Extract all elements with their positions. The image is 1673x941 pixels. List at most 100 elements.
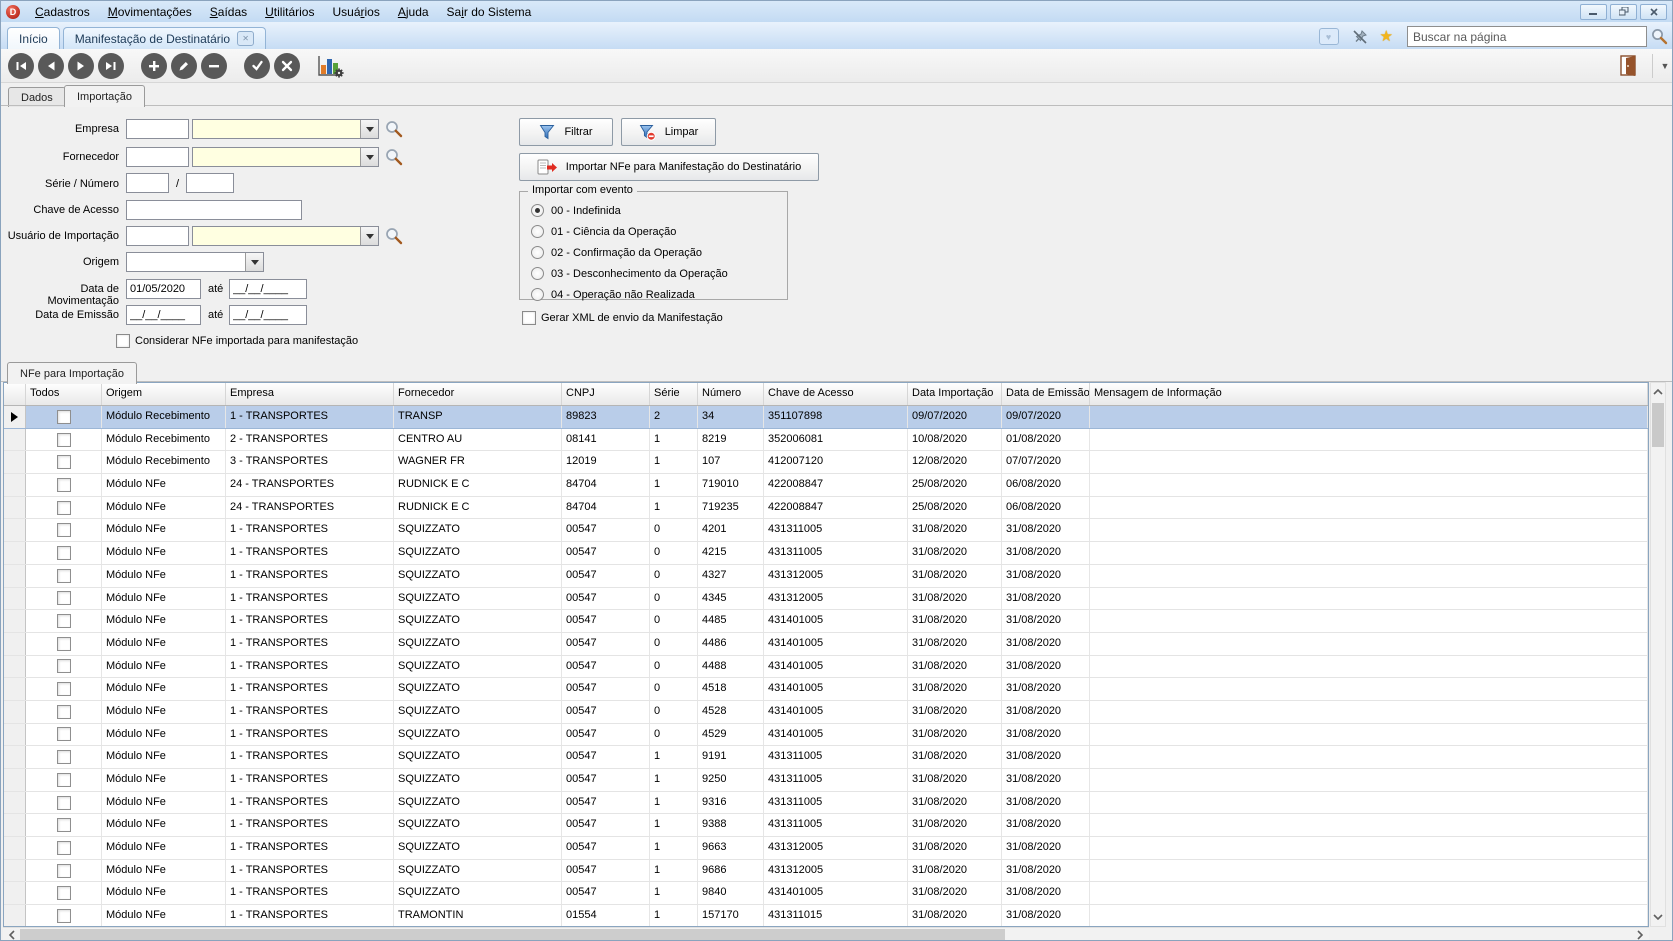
row-checkbox[interactable] [57,864,71,878]
table-row[interactable]: Módulo NFe24 - TRANSPORTESRUDNICK E C847… [4,497,1648,520]
row-checkbox[interactable] [57,523,71,537]
tab-nfe-para-importacao[interactable]: NFe para Importação [7,362,137,384]
table-row[interactable]: Módulo NFe1 - TRANSPORTESSQUIZZATO005471… [4,860,1648,883]
menu-item-sair-do-sistema[interactable]: Sair do Sistema [438,3,541,21]
row-checkbox[interactable] [57,682,71,696]
menu-item-usuarios[interactable]: Usuários [323,3,388,21]
limpar-button[interactable]: Limpar [621,118,716,146]
empresa-combo-dropdown-icon[interactable] [360,120,378,138]
fornecedor-code-input[interactable] [126,147,189,167]
doc-tab-inicio[interactable]: Início [7,27,60,49]
fornecedor-lookup-button[interactable] [385,148,403,166]
column-header-indicator[interactable] [4,383,26,405]
table-row[interactable]: Módulo Recebimento2 - TRANSPORTESCENTRO … [4,429,1648,452]
serie-input[interactable] [126,173,169,193]
column-header-fornecedor[interactable]: Fornecedor [394,383,562,405]
radio-evento-01[interactable]: 01 - Ciência da Operação [520,221,787,242]
row-checkbox[interactable] [57,501,71,515]
column-header-origem[interactable]: Origem [102,383,226,405]
data-movimentacao-de-input[interactable] [126,279,201,299]
add-button[interactable] [141,53,167,79]
row-checkbox[interactable] [57,727,71,741]
tab-close-icon[interactable]: ✕ [237,31,254,46]
row-checkbox[interactable] [57,659,71,673]
column-header-serie[interactable]: Série [650,383,698,405]
scroll-left-icon[interactable] [5,928,19,941]
table-row[interactable]: Módulo NFe1 - TRANSPORTESSQUIZZATO005470… [4,565,1648,588]
nav-last-button[interactable] [98,53,124,79]
table-row[interactable]: Módulo NFe1 - TRANSPORTESSQUIZZATO005471… [4,882,1648,905]
nav-first-button[interactable] [8,53,34,79]
table-row[interactable]: Módulo NFe1 - TRANSPORTESSQUIZZATO005470… [4,633,1648,656]
table-row[interactable]: Módulo NFe1 - TRANSPORTESSQUIZZATO005470… [4,542,1648,565]
column-header-data-importacao[interactable]: Data Importação [908,383,1002,405]
nav-prev-button[interactable] [38,53,64,79]
row-checkbox[interactable] [57,614,71,628]
overflow-chevron-icon[interactable]: ▼ [1658,49,1672,82]
row-checkbox[interactable] [57,818,71,832]
tab-dados[interactable]: Dados [8,87,66,107]
horizontal-scroll-thumb[interactable] [20,929,1005,941]
row-checkbox[interactable] [57,433,71,447]
data-emissao-de-input[interactable] [126,305,201,325]
scroll-down-icon[interactable] [1651,910,1665,924]
search-input[interactable] [1407,26,1647,47]
row-checkbox[interactable] [57,637,71,651]
table-row[interactable]: Módulo NFe24 - TRANSPORTESRUDNICK E C847… [4,474,1648,497]
remove-button[interactable] [201,53,227,79]
row-checkbox[interactable] [57,841,71,855]
heart-badge-button[interactable]: ♥ [1319,28,1339,45]
table-row[interactable]: Módulo NFe1 - TRANSPORTESSQUIZZATO005470… [4,678,1648,701]
table-row[interactable]: Módulo NFe1 - TRANSPORTESSQUIZZATO005471… [4,814,1648,837]
empresa-combo[interactable] [192,119,379,139]
scroll-right-icon[interactable] [1633,928,1647,941]
confirm-button[interactable] [244,53,270,79]
table-row[interactable]: Módulo NFe1 - TRANSPORTESSQUIZZATO005471… [4,769,1648,792]
row-checkbox[interactable] [57,750,71,764]
column-header-data-de-emissao[interactable]: Data de Emissão [1002,383,1090,405]
exit-door-icon[interactable] [1620,55,1638,76]
empresa-lookup-button[interactable] [385,120,403,138]
table-row[interactable]: Módulo NFe1 - TRANSPORTESSQUIZZATO005470… [4,724,1648,747]
row-checkbox[interactable] [57,909,71,923]
chart-config-button[interactable] [316,53,346,79]
close-button[interactable] [1640,4,1667,20]
minimize-button[interactable] [1580,4,1607,20]
edit-button[interactable] [171,53,197,79]
favorite-star-icon[interactable]: ★ [1380,29,1393,44]
menu-item-cadastros[interactable]: Cadastros [26,3,99,21]
cancel-button[interactable] [274,53,300,79]
origem-combo[interactable] [126,252,264,272]
row-checkbox[interactable] [57,478,71,492]
vertical-scrollbar[interactable] [1650,382,1666,927]
radio-evento-00[interactable]: 00 - Indefinida [520,200,787,221]
usuario-combo-dropdown-icon[interactable] [360,227,378,245]
fornecedor-combo-dropdown-icon[interactable] [360,148,378,166]
importar-nfe-button[interactable]: Importar NFe para Manifestação do Destin… [519,153,819,181]
table-row[interactable]: Módulo NFe1 - TRANSPORTESSQUIZZATO005470… [4,701,1648,724]
row-checkbox[interactable] [57,569,71,583]
tab-importacao[interactable]: Importação [64,85,145,107]
menu-item-saidas[interactable]: Saídas [201,3,256,21]
menu-item-movimentacoes[interactable]: Movimentações [99,3,201,21]
menu-item-ajuda[interactable]: Ajuda [389,3,438,21]
gerar-xml-checkbox[interactable] [522,311,536,325]
radio-evento-02[interactable]: 02 - Confirmação da Operação [520,242,787,263]
table-row[interactable]: Módulo NFe1 - TRANSPORTESSQUIZZATO005471… [4,792,1648,815]
usuario-code-input[interactable] [126,226,189,246]
table-row[interactable]: Módulo NFe1 - TRANSPORTESSQUIZZATO005470… [4,519,1648,542]
usuario-combo[interactable] [192,226,379,246]
pin-disabled-icon[interactable] [1352,29,1368,45]
empresa-code-input[interactable] [126,119,189,139]
radio-evento-04[interactable]: 04 - Operação não Realizada [520,284,787,305]
scroll-up-icon[interactable] [1651,385,1665,399]
row-checkbox[interactable] [57,410,71,424]
search-magnifier-icon[interactable] [1651,28,1668,45]
table-row[interactable]: Módulo Recebimento1 - TRANSPORTESTRANSP8… [4,406,1648,429]
row-checkbox[interactable] [57,705,71,719]
column-header-todos[interactable]: Todos [26,383,102,405]
table-row[interactable]: Módulo NFe1 - TRANSPORTESSQUIZZATO005471… [4,746,1648,769]
considerar-nfe-checkbox[interactable] [116,334,130,348]
usuario-lookup-button[interactable] [385,227,403,245]
column-header-mensagem-de-informacao[interactable]: Mensagem de Informação [1090,383,1648,405]
